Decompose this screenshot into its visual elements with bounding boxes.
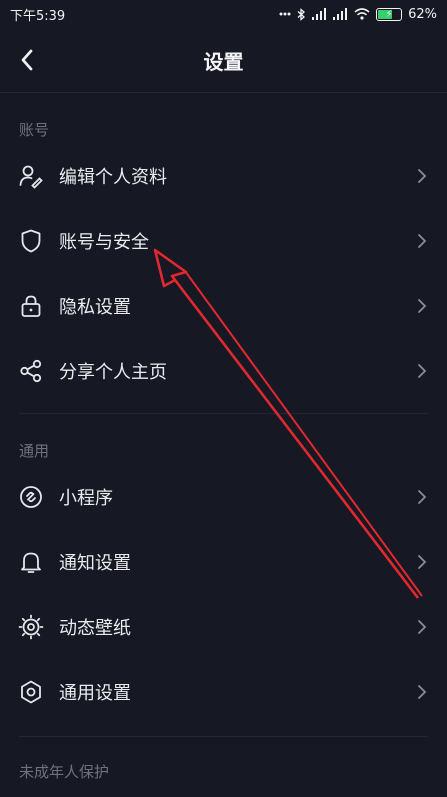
settings-item-account-security[interactable]: 账号与安全 — [0, 209, 447, 273]
settings-item-label: 账号与安全 — [59, 232, 149, 253]
battery-icon: ⚡ — [376, 7, 403, 21]
chevron-right-icon — [415, 553, 429, 571]
signal-icon — [312, 8, 327, 20]
section-divider — [19, 413, 428, 414]
section-label-minor-protection: 未成年人保护 — [19, 763, 110, 781]
chevron-right-icon — [415, 618, 429, 636]
settings-item-general-settings[interactable]: 通用设置 — [0, 660, 447, 724]
hexagon-gear-icon — [18, 679, 44, 705]
chevron-right-icon — [415, 362, 429, 380]
edit-profile-icon — [18, 163, 44, 189]
settings-item-share-profile[interactable]: 分享个人主页 — [0, 339, 447, 403]
section-label-account: 账号 — [19, 121, 50, 139]
live-wallpaper-icon — [18, 614, 44, 640]
status-icons: ⚡ 62% — [279, 7, 437, 22]
settings-item-label: 编辑个人资料 — [59, 167, 167, 188]
settings-item-label: 通知设置 — [59, 553, 131, 574]
status-bar: 下午5:39 ⚡ 62% — [0, 0, 447, 28]
settings-item-label: 动态壁纸 — [59, 618, 131, 639]
settings-item-label: 分享个人主页 — [59, 362, 167, 383]
chevron-right-icon — [415, 232, 429, 250]
settings-item-mini-program[interactable]: 小程序 — [0, 465, 447, 529]
chevron-right-icon — [415, 297, 429, 315]
section-divider — [19, 736, 428, 737]
chevron-right-icon — [415, 167, 429, 185]
bluetooth-icon — [297, 7, 306, 21]
settings-item-label: 隐私设置 — [59, 297, 131, 318]
lock-icon — [18, 293, 44, 319]
more-dots-icon — [279, 12, 291, 16]
share-icon — [18, 358, 44, 384]
settings-item-label: 小程序 — [59, 488, 113, 509]
chevron-right-icon — [415, 683, 429, 701]
page-title: 设置 — [203, 49, 244, 74]
section-label-general: 通用 — [19, 442, 50, 460]
settings-item-label: 通用设置 — [59, 683, 131, 704]
battery-percent: 62% — [408, 6, 437, 22]
settings-item-live-wallpaper[interactable]: 动态壁纸 — [0, 595, 447, 659]
chevron-left-icon — [14, 46, 42, 74]
chevron-right-icon — [415, 488, 429, 506]
settings-item-notifications[interactable]: 通知设置 — [0, 530, 447, 594]
bell-icon — [18, 549, 44, 575]
signal-icon — [333, 8, 348, 20]
back-button[interactable] — [14, 46, 42, 74]
status-time: 下午5:39 — [10, 8, 66, 24]
settings-item-edit-profile[interactable]: 编辑个人资料 — [0, 144, 447, 208]
mini-program-icon — [18, 484, 44, 510]
settings-item-privacy[interactable]: 隐私设置 — [0, 274, 447, 338]
shield-icon — [18, 228, 44, 254]
top-bar: 设置 — [0, 28, 447, 93]
wifi-icon — [354, 8, 370, 20]
